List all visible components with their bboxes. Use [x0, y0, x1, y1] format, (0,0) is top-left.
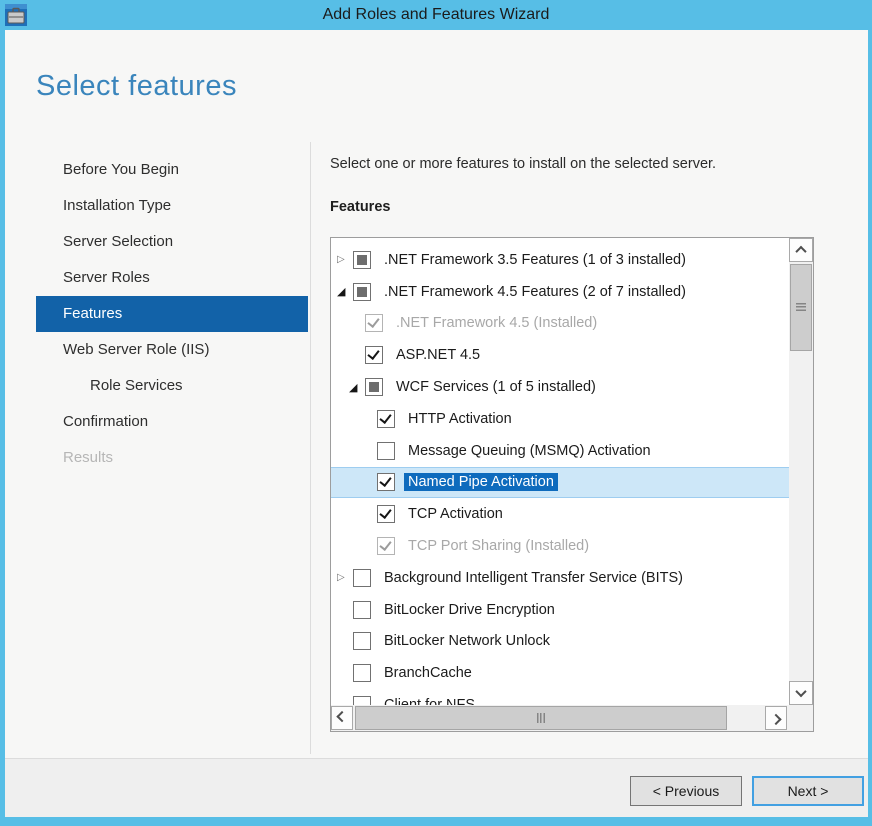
scroll-up-button[interactable] — [789, 238, 813, 262]
checkbox-message-queuing-msmq-activation[interactable] — [377, 442, 395, 460]
tree-item-label: TCP Port Sharing (Installed) — [404, 537, 593, 555]
tree-row-net-framework-4-5-features-2-of-7-installed[interactable]: ◢ .NET Framework 4.5 Features (2 of 7 ins… — [331, 276, 789, 308]
toolbox-icon — [4, 3, 28, 27]
tree-row-named-pipe-activation[interactable]: Named Pipe Activation — [331, 467, 789, 499]
scroll-left-button[interactable] — [331, 706, 353, 730]
sidebar-item-features[interactable]: Features — [36, 296, 308, 332]
checkbox-tcp-port-sharing-installed[interactable] — [377, 537, 395, 555]
titlebar: Add Roles and Features Wizard — [0, 0, 872, 30]
checkbox-net-framework-3-5-features-1-of-3-installed[interactable] — [353, 251, 371, 269]
sidebar-item-server-roles[interactable]: Server Roles — [36, 260, 308, 296]
indeterminate-mark-icon — [357, 287, 367, 297]
wizard-body: Select features Before You BeginInstalla… — [5, 30, 868, 817]
features-tree: ▷ .NET Framework 3.5 Features (1 of 3 ins… — [330, 237, 814, 732]
checkbox-bitlocker-network-unlock[interactable] — [353, 632, 371, 650]
tree-row-bitlocker-network-unlock[interactable]: BitLocker Network Unlock — [331, 626, 789, 658]
checkmark-icon — [379, 411, 391, 424]
checkmark-icon — [379, 538, 391, 551]
features-label: Features — [330, 199, 390, 215]
tree-row-branchcache[interactable]: BranchCache — [331, 657, 789, 689]
features-tree-viewport: ▷ .NET Framework 3.5 Features (1 of 3 ins… — [331, 238, 789, 705]
tree-item-label: BitLocker Network Unlock — [380, 632, 554, 650]
checkmark-icon — [367, 347, 379, 360]
tree-row-background-intelligent-transfer-service-bits[interactable]: ▷ Background Intelligent Transfer Service… — [331, 562, 789, 594]
checkbox-bitlocker-drive-encryption[interactable] — [353, 601, 371, 619]
tree-item-label: Background Intelligent Transfer Service … — [380, 569, 687, 587]
previous-button[interactable]: < Previous — [630, 776, 742, 806]
checkbox-background-intelligent-transfer-service-bits[interactable] — [353, 569, 371, 587]
wizard-window: Add Roles and Features Wizard Select fea… — [0, 0, 872, 826]
scroll-right-button[interactable] — [765, 706, 787, 730]
sidebar-item-installation-type[interactable]: Installation Type — [36, 188, 308, 224]
tree-row-tcp-activation[interactable]: TCP Activation — [331, 498, 789, 530]
sidebar-item-confirmation[interactable]: Confirmation — [36, 404, 308, 440]
chevron-up-icon — [795, 246, 806, 257]
checkbox-http-activation[interactable] — [377, 410, 395, 428]
sidebar-item-server-selection[interactable]: Server Selection — [36, 224, 308, 260]
tree-item-label: Message Queuing (MSMQ) Activation — [404, 442, 655, 460]
tree-row-client-for-nfs[interactable]: Client for NFS — [331, 689, 789, 705]
next-button[interactable]: Next > — [752, 776, 864, 806]
checkmark-icon — [379, 474, 391, 487]
sidebar-item-web-server-role-iis[interactable]: Web Server Role (IIS) — [36, 332, 308, 368]
chevron-left-icon — [336, 711, 347, 722]
horizontal-scrollbar[interactable] — [331, 705, 789, 731]
checkmark-icon — [367, 315, 379, 328]
scrollbar-grip-icon — [796, 303, 806, 312]
checkbox-client-for-nfs[interactable] — [353, 696, 371, 705]
page-title: Select features — [36, 70, 237, 103]
chevron-down-icon — [795, 686, 806, 697]
checkbox-branchcache[interactable] — [353, 664, 371, 682]
checkbox-asp-net-4-5[interactable] — [365, 346, 383, 364]
checkbox-wcf-services-1-of-5-installed[interactable] — [365, 378, 383, 396]
tree-item-label: TCP Activation — [404, 505, 507, 523]
scrollbar-corner — [789, 705, 813, 731]
checkbox-net-framework-4-5-features-2-of-7-installed[interactable] — [353, 283, 371, 301]
checkmark-icon — [379, 506, 391, 519]
tree-item-label: .NET Framework 3.5 Features (1 of 3 inst… — [380, 251, 690, 269]
indeterminate-mark-icon — [357, 255, 367, 265]
scrollbar-grip-icon — [537, 713, 546, 723]
tree-item-label: ASP.NET 4.5 — [392, 346, 484, 364]
sidebar-item-role-services[interactable]: Role Services — [36, 368, 308, 404]
tree-row-asp-net-4-5[interactable]: ASP.NET 4.5 — [331, 339, 789, 371]
wizard-nav: Before You BeginInstallation TypeServer … — [36, 152, 308, 476]
sidebar-item-results: Results — [36, 440, 308, 476]
tree-row-bitlocker-drive-encryption[interactable]: BitLocker Drive Encryption — [331, 594, 789, 626]
checkbox-net-framework-4-5-installed[interactable] — [365, 314, 383, 332]
window-title: Add Roles and Features Wizard — [323, 6, 550, 24]
indeterminate-mark-icon — [369, 382, 379, 392]
instruction-text: Select one or more features to install o… — [330, 156, 716, 172]
tree-item-label: Named Pipe Activation — [404, 473, 558, 491]
tree-row-net-framework-3-5-features-1-of-3-installed[interactable]: ▷ .NET Framework 3.5 Features (1 of 3 ins… — [331, 244, 789, 276]
tree-item-label: .NET Framework 4.5 (Installed) — [392, 314, 601, 332]
expand-arrow-icon[interactable]: ▷ — [337, 573, 353, 583]
tree-item-label: WCF Services (1 of 5 installed) — [392, 378, 600, 396]
collapse-arrow-icon[interactable]: ◢ — [349, 382, 365, 393]
tree-item-label: .NET Framework 4.5 Features (2 of 7 inst… — [380, 283, 690, 301]
vertical-scrollbar[interactable] — [789, 238, 813, 705]
tree-item-label: Client for NFS — [380, 696, 479, 705]
vertical-scrollbar-thumb[interactable] — [790, 264, 812, 351]
tree-item-label: BranchCache — [380, 664, 476, 682]
expand-arrow-icon[interactable]: ▷ — [337, 255, 353, 265]
tree-item-label: HTTP Activation — [404, 410, 516, 428]
tree-row-net-framework-4-5-installed[interactable]: .NET Framework 4.5 (Installed) — [331, 308, 789, 340]
tree-item-label: BitLocker Drive Encryption — [380, 601, 559, 619]
tree-row-message-queuing-msmq-activation[interactable]: Message Queuing (MSMQ) Activation — [331, 435, 789, 467]
nav-divider — [310, 142, 311, 754]
tree-row-tcp-port-sharing-installed[interactable]: TCP Port Sharing (Installed) — [331, 530, 789, 562]
checkbox-named-pipe-activation[interactable] — [377, 473, 395, 491]
sidebar-item-before-you-begin[interactable]: Before You Begin — [36, 152, 308, 188]
chevron-right-icon — [770, 714, 781, 725]
footer: < Previous Next > — [5, 759, 868, 817]
horizontal-scrollbar-thumb[interactable] — [355, 706, 727, 730]
tree-row-wcf-services-1-of-5-installed[interactable]: ◢ WCF Services (1 of 5 installed) — [331, 371, 789, 403]
checkbox-tcp-activation[interactable] — [377, 505, 395, 523]
collapse-arrow-icon[interactable]: ◢ — [337, 286, 353, 297]
tree-row-http-activation[interactable]: HTTP Activation — [331, 403, 789, 435]
scroll-down-button[interactable] — [789, 681, 813, 705]
